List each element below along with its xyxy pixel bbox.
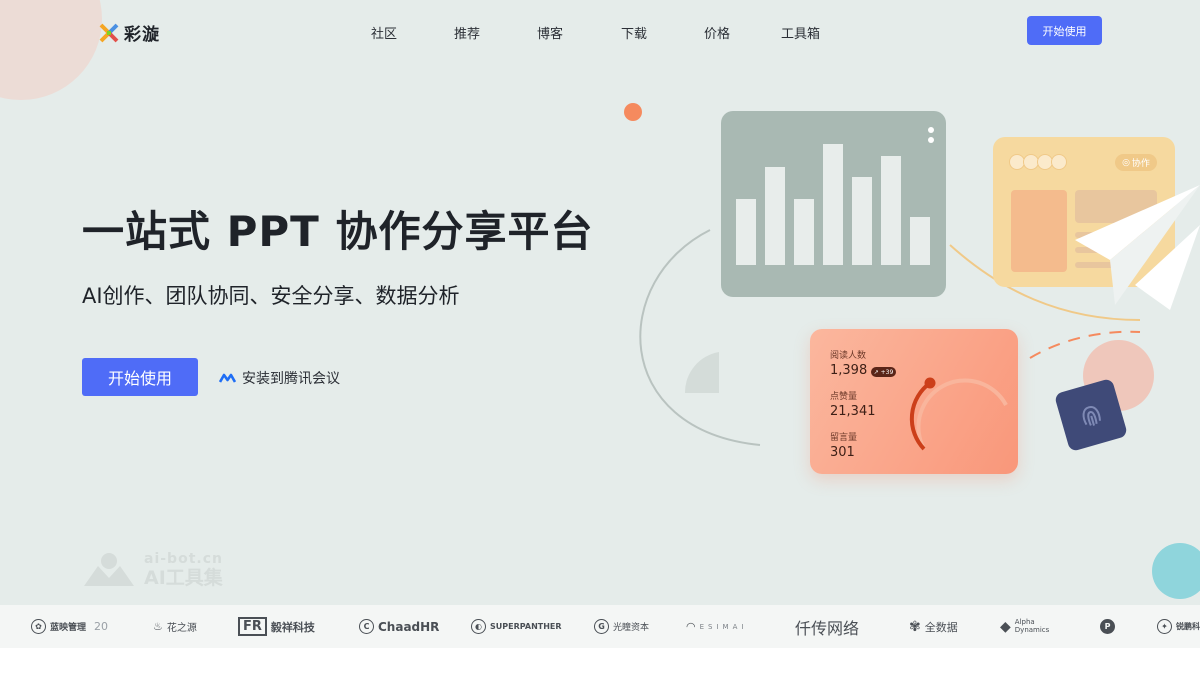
partner-logo: ✦ 锐鹏科技: [1157, 605, 1200, 648]
partner-logo: P: [1100, 605, 1115, 648]
partner-logo: 仟传网络: [795, 605, 859, 648]
decor-dot: [624, 103, 642, 121]
partner-extra: 20: [94, 620, 109, 633]
comment-count-value: 301: [830, 445, 855, 460]
partner-logo: C ChaadHR: [359, 605, 439, 648]
partner-logo: G 光瞳资本: [594, 605, 649, 648]
gauge-chart: [909, 377, 1008, 451]
partner-name: 光瞳资本: [613, 623, 650, 633]
chart-bar: [881, 156, 901, 265]
partner-logo: ♨ 花之源: [153, 605, 197, 648]
comment-count-label: 留言量: [830, 433, 858, 443]
partner-name: P: [1100, 619, 1115, 634]
user-icon: ◎: [1122, 157, 1130, 168]
partner-name: 锐鹏科技: [1176, 622, 1200, 631]
partner-panther-icon: ◐: [471, 619, 486, 634]
partner-name: 仟传网络: [795, 618, 860, 638]
partner-name: 毅祥科技: [270, 620, 315, 634]
partner-name: SUPERPANTHER: [490, 622, 562, 631]
partner-logo: ✿ 蓝映管理 20: [31, 605, 108, 648]
hero-section: 彩漩 社区 推荐 博客 下载 价格 工具箱 开始使用 一站式 PPT 协作分享平…: [0, 0, 1200, 605]
partner-logo: ◆ Alpha Dynamics: [1000, 605, 1055, 648]
avatar-group: [1009, 154, 1067, 170]
partner-cube-icon: ◆: [1000, 618, 1011, 635]
avatar: [1051, 154, 1067, 170]
partner-leaf-icon: ✾: [909, 618, 921, 635]
partner-name: ChaadHR: [378, 619, 440, 634]
collaboration-badge-label: 协作: [1131, 159, 1150, 169]
partner-c-icon: C: [359, 619, 374, 634]
chart-bar: [765, 167, 785, 265]
paper-plane-icon: [1075, 185, 1200, 310]
like-count-label: 点赞量: [830, 392, 858, 402]
read-count-value: 1,398: [830, 363, 868, 378]
partner-emblem-icon: ✦: [1157, 619, 1172, 634]
chart-bar: [736, 199, 756, 265]
partner-logo: ✾ 全数据: [909, 605, 958, 648]
partner-name: 花之源: [166, 623, 197, 634]
bar-chart-card: [721, 111, 946, 297]
partner-mark-icon: FR: [238, 617, 267, 636]
partner-logo: ◠ ESIMAI: [686, 605, 747, 648]
partner-logo: FR 毅祥科技: [238, 605, 315, 648]
bar-chart: [736, 140, 936, 265]
chart-bar: [910, 217, 930, 265]
partner-emblem-icon: G: [594, 619, 609, 634]
content-block: [1011, 190, 1067, 272]
read-count-trend-badge: ↗ +39: [871, 367, 896, 377]
partner-name: Alpha Dynamics: [1014, 617, 1050, 634]
partner-logo-strip: ✿ 蓝映管理 20 ♨ 花之源 FR 毅祥科技 C ChaadHR ◐ SUPE…: [0, 605, 1200, 648]
stats-card: 阅读人数 1,398 ↗ +39 点赞量 21,341 留言量 301: [810, 329, 1018, 474]
read-count-label: 阅读人数: [830, 351, 867, 361]
partner-name: 蓝映管理: [50, 623, 87, 633]
partner-name: ESIMAI: [699, 622, 748, 631]
partner-emblem-icon: ✿: [31, 619, 46, 634]
like-count-value: 21,341: [830, 404, 876, 419]
partner-eye-icon: ◠: [686, 620, 696, 633]
illustration-lines: [639, 229, 1141, 446]
partner-name: 全数据: [924, 620, 958, 634]
collaboration-badge: ◎ 协作: [1115, 154, 1157, 171]
partner-mark-icon: ♨: [153, 620, 163, 633]
chart-bar: [823, 144, 843, 265]
chart-bar: [852, 177, 872, 265]
chart-bar: [794, 199, 814, 265]
partner-logo: ◐ SUPERPANTHER: [471, 605, 562, 648]
